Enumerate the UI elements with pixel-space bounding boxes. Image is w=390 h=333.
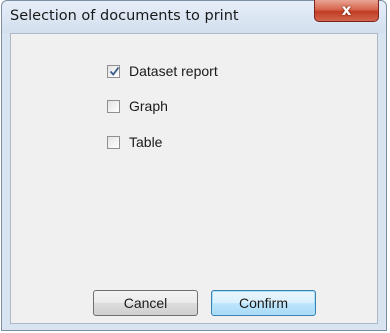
dataset-report-checkbox[interactable] [107,64,120,78]
table-checkbox[interactable] [107,135,120,149]
checkmark-icon [109,66,120,76]
option-table[interactable]: Table [107,133,162,151]
close-button[interactable]: x [314,0,379,22]
option-graph[interactable]: Graph [107,97,168,115]
option-dataset-report[interactable]: Dataset report [107,62,218,80]
dialog-body: Dataset report Graph Table Cancel Confir… [10,33,378,324]
graph-label: Graph [129,98,168,114]
confirm-button[interactable]: Confirm [211,290,316,316]
cancel-button[interactable]: Cancel [93,290,198,316]
print-selection-dialog: Selection of documents to print x Datase… [1,0,387,331]
graph-checkbox[interactable] [107,99,120,113]
title-bar[interactable]: Selection of documents to print x [2,0,386,33]
dialog-title: Selection of documents to print [10,8,239,24]
close-icon: x [341,1,352,19]
dataset-report-label: Dataset report [129,63,218,79]
table-label: Table [129,134,163,150]
